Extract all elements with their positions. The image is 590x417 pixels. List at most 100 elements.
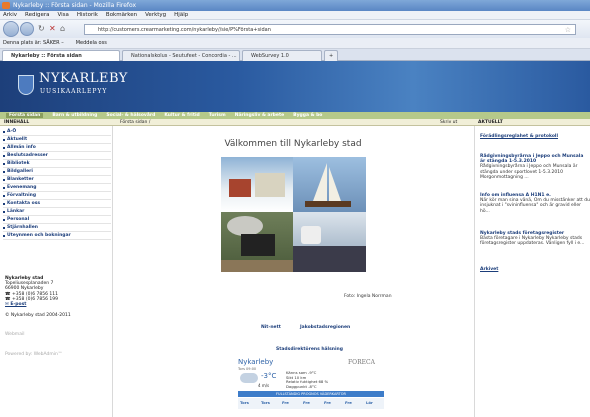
menu-redigera[interactable]: Redigera <box>25 12 49 18</box>
forecast-day: Fre <box>303 400 310 405</box>
stop-icon[interactable]: ✕ <box>49 24 56 33</box>
tab-label: Nykarleby :: Första sidan <box>11 53 82 59</box>
reload-icon[interactable]: ↻ <box>38 24 45 33</box>
menu-verktyg[interactable]: Verktyg <box>145 12 166 18</box>
tent-shape <box>301 226 321 244</box>
steam-shape <box>227 216 263 236</box>
main-content: Välkommen till Nykarleby stad Foto: Inge… <box>114 126 472 417</box>
webmail-link[interactable]: Webmail <box>5 332 111 337</box>
news-item[interactable]: Rådgivningsbyrårna i Jeppo och Munsala ä… <box>480 154 590 180</box>
nav-social[interactable]: Social- & hälsovård <box>106 113 155 118</box>
nav-turism[interactable]: Turism <box>209 113 226 118</box>
link-stadsdirektoren[interactable]: Stadsdirektörens hälsning <box>276 347 343 352</box>
news-item[interactable]: Arkivet <box>480 267 590 272</box>
news-title[interactable]: Arkivet <box>480 267 590 272</box>
navigation-toolbar: ↻ ✕ ⌂ http://customers.crearmarketing.co… <box>0 20 590 38</box>
tab-websurvey[interactable]: WebSurvey 1.0 <box>242 50 322 61</box>
powered-by[interactable]: Powered by: WebAdmin™ <box>5 352 111 357</box>
sidebar-item-allman-info[interactable]: Allmän info <box>3 144 111 152</box>
sidebar-item-a-o[interactable]: A-Ö <box>3 128 111 136</box>
forecast-day: Fre <box>324 400 331 405</box>
nav-bygga[interactable]: Bygga & bo <box>293 113 322 118</box>
link-jakobstadsregionen[interactable]: Jakobstadsregionen <box>300 325 350 330</box>
foreca-logo: FORECA <box>348 359 375 366</box>
photo-caption: Foto: Ingela Norrman <box>344 294 392 299</box>
forecast-day: Tors <box>261 400 270 405</box>
window-title: Nykarleby :: Första sidan - Mozilla Fire… <box>13 2 137 9</box>
back-button[interactable] <box>3 21 19 37</box>
bookmark-safety[interactable]: Denna plats är: SÄKER – <box>3 40 64 46</box>
sidebar-item-lankar[interactable]: Länkar <box>3 208 111 216</box>
left-column-heading: INNEHÅLL <box>4 120 30 125</box>
sidebar-item-beslutsadresser[interactable]: Beslutsadresser <box>3 152 111 160</box>
menu-hjalp[interactable]: Hjälp <box>174 12 188 18</box>
forecast-day: Fre <box>345 400 352 405</box>
sidebar-item-stjarnhallen[interactable]: Stjärnhallen <box>3 224 111 232</box>
tab-bar: Nykarleby :: Första sidan Nationalskolus… <box>0 49 590 61</box>
weather-time: Tors 09:00 <box>238 367 257 371</box>
print-link[interactable]: Skriv ut <box>440 119 457 126</box>
sidebar-item-kontakta-oss[interactable]: Kontakta oss <box>3 200 111 208</box>
new-tab-button[interactable]: + <box>324 50 338 61</box>
nav-forsta-sidan[interactable]: Första sidan <box>6 113 44 118</box>
sidebar-item-forvaltning[interactable]: Förvaltning <box>3 192 111 200</box>
news-item[interactable]: Nykarleby stads företagsregister Bästa fö… <box>480 231 590 247</box>
weather-city: Nykarleby <box>238 358 274 366</box>
url-field[interactable]: http://customers.crearmarketing.com/nyka… <box>84 24 576 35</box>
bookmark-report[interactable]: Meddela oss <box>76 40 107 46</box>
news-body: Rådgivningsbyrårna i Jeppo och Munsala ä… <box>480 164 578 180</box>
forecast-days: Tors Tors Fre Fre Fre Fre Lör <box>238 398 384 409</box>
news-title[interactable]: Rådgivningsbyrårna i Jeppo och Munsala ä… <box>480 154 590 164</box>
page-title: Välkommen till Nykarleby stad <box>224 139 362 149</box>
sidebar-item-uteynmen[interactable]: Uteynmen och bokningar <box>3 232 111 240</box>
sail-shape <box>313 163 327 201</box>
news-title[interactable]: Förädlingsreglahet & protokoll <box>480 134 590 139</box>
link-nit-nett[interactable]: Nit-nett <box>261 325 281 330</box>
tab-label: WebSurvey 1.0 <box>251 53 289 59</box>
winter-town-photo <box>221 157 293 212</box>
bookmark-star-icon[interactable]: ☆ <box>565 25 571 35</box>
breadcrumb[interactable]: Första sidan / <box>120 119 150 126</box>
logo-name: NYKARLEBY <box>39 71 128 86</box>
site-navigation: Första sidan Barn & utbildning Social- & h… <box>0 112 590 119</box>
nav-barn[interactable]: Barn & utbildning <box>52 113 97 118</box>
weather-widget[interactable]: Nykarleby Tors 09:00 FORECA -3°C 4 m/s K… <box>238 358 386 417</box>
news-item[interactable]: Förädlingsreglahet & protokoll <box>480 134 590 139</box>
menu-arkiv[interactable]: Arkiv <box>3 12 17 18</box>
forecast-bar[interactable]: FULLSTÄNDIG PROGNOS VÄDERKARTOR <box>238 391 384 397</box>
sidebar-item-aktuellt[interactable]: Aktuellt <box>3 136 111 144</box>
sidebar-item-bibliotek[interactable]: Bibliotek <box>3 160 111 168</box>
menu-historik[interactable]: Historik <box>77 12 98 18</box>
photo-collage <box>221 157 366 272</box>
email-link[interactable]: ✉ E-post <box>5 302 111 307</box>
menu-bar: Arkiv Redigera Visa Historik Bokmärken Verkty… <box>0 11 590 20</box>
forecast-day: Lör <box>366 400 373 405</box>
sidebar-item-personal[interactable]: Personal <box>3 216 111 224</box>
sidebar-item-bildgalleri[interactable]: Bildgalleri <box>3 168 111 176</box>
building-shape <box>255 173 285 197</box>
url-text: http://customers.crearmarketing.com/nyka… <box>98 27 271 33</box>
crowd-photo <box>293 212 366 272</box>
nav-naringsliv[interactable]: Näringsliv & arbete <box>235 113 284 118</box>
site-logo[interactable]: NYKARLEBY UUSIKAARLEPYY <box>18 69 127 105</box>
menu-bokmarken[interactable]: Bokmärken <box>106 12 137 18</box>
news-body: Bästa företagare i Nykarleby Nykarleby s… <box>480 236 585 247</box>
tab-nationalskolus[interactable]: Nationalskolus - Seutufeet - Concordia -… <box>122 50 240 61</box>
sailboat-photo <box>293 157 366 212</box>
window-titlebar: Nykarleby :: Första sidan - Mozilla Fire… <box>0 0 590 11</box>
site-header: NYKARLEBY UUSIKAARLEPYY <box>0 61 590 112</box>
contact-address: Nykarleby stad Topeliusesplanaden 7 6690… <box>5 276 111 357</box>
home-icon[interactable]: ⌂ <box>60 24 65 33</box>
firefox-icon <box>2 2 10 9</box>
nav-kultur[interactable]: Kultur & fritid <box>164 113 199 118</box>
weather-wind: 4 m/s <box>258 383 270 388</box>
forecast-day: Fre <box>282 400 289 405</box>
forward-button[interactable] <box>20 22 34 36</box>
menu-visa[interactable]: Visa <box>57 12 68 18</box>
sidebar-item-blanketter[interactable]: Blanketter <box>3 176 111 184</box>
red-house-shape <box>229 179 251 197</box>
tab-nykarleby[interactable]: Nykarleby :: Första sidan <box>2 50 120 61</box>
crest-icon <box>18 75 34 95</box>
sidebar-item-evenemang[interactable]: Evenemang <box>3 184 111 192</box>
news-item[interactable]: Info om influensa A H1N1 e. När kör man s… <box>480 193 590 214</box>
